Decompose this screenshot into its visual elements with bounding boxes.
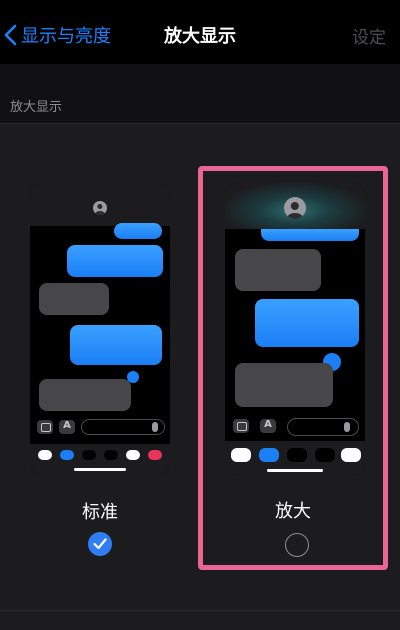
avatar-icon	[284, 197, 306, 219]
option-standard-label: 标准	[82, 502, 118, 523]
navigation-bar: 显示与亮度 放大显示 设定	[0, 0, 400, 64]
camera-icon	[37, 420, 53, 434]
camera-icon	[233, 419, 249, 433]
message-bubble-sent	[67, 245, 163, 277]
app-icon	[259, 448, 279, 462]
message-bubble-received	[39, 283, 109, 315]
option-standard-checkmark[interactable]	[88, 532, 112, 556]
message-bubble-sent	[261, 229, 359, 241]
message-input	[287, 418, 359, 436]
message-bubble-received	[39, 379, 131, 411]
app-icon	[104, 450, 118, 460]
section-header-band	[0, 64, 400, 124]
message-bubble-received	[235, 249, 321, 291]
avatar-icon	[93, 201, 107, 215]
zoomed-preview	[225, 183, 365, 475]
app-icon	[60, 450, 74, 460]
appstore-icon	[260, 419, 276, 433]
message-bubble-sent	[114, 223, 162, 239]
section-header: 放大显示	[10, 100, 63, 115]
message-bubble-sent	[255, 299, 359, 347]
app-icon	[148, 450, 162, 460]
app-icon	[315, 448, 335, 462]
app-icon	[287, 448, 307, 462]
checkmark-icon	[93, 538, 107, 550]
preview-header	[225, 183, 365, 229]
message-input	[81, 419, 165, 435]
option-zoomed-label: 放大	[275, 501, 311, 522]
app-icon	[38, 450, 52, 460]
set-button[interactable]: 设定	[352, 23, 386, 48]
message-input-row	[30, 418, 170, 438]
standard-preview	[30, 184, 170, 474]
app-icon	[82, 450, 96, 460]
app-icon	[341, 448, 361, 462]
app-icon	[126, 450, 140, 460]
option-zoomed-radio[interactable]	[285, 533, 309, 557]
mic-icon	[344, 422, 350, 432]
bottom-divider	[0, 610, 400, 611]
message-bubble-sent	[70, 325, 162, 365]
home-indicator	[267, 469, 323, 472]
home-indicator	[74, 468, 126, 471]
app-icon	[231, 448, 251, 462]
app-drawer	[30, 444, 170, 474]
option-standard[interactable]: 标准	[18, 176, 182, 566]
app-drawer	[225, 441, 365, 475]
message-input-row	[225, 417, 365, 437]
appstore-icon	[59, 420, 75, 434]
page-title: 放大显示	[164, 26, 236, 47]
message-bubble-received	[235, 363, 333, 407]
mic-icon	[152, 422, 158, 432]
option-zoomed[interactable]: 放大	[198, 166, 388, 570]
preview-header	[30, 184, 170, 226]
